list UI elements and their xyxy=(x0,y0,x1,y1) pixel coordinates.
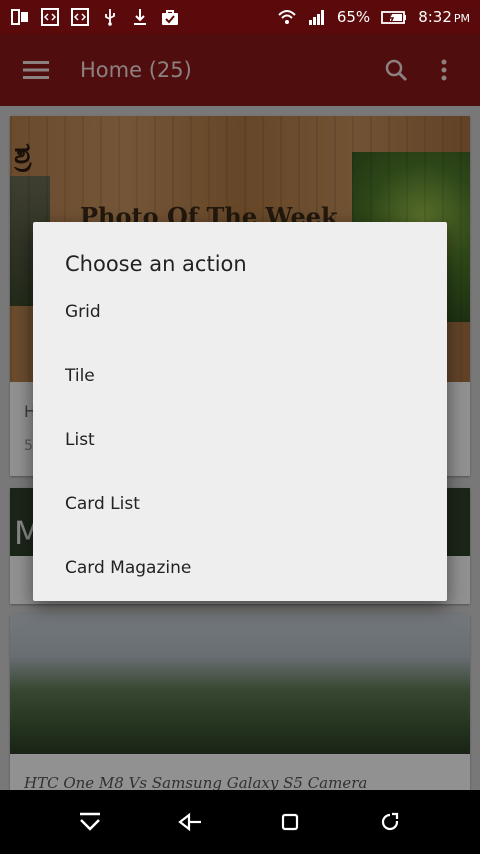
dialog-option-list[interactable]: List xyxy=(33,408,447,472)
choose-action-dialog: Choose an action Grid Tile List Card Lis… xyxy=(33,222,447,601)
status-bar: 65% 8:32 PM xyxy=(0,0,480,34)
signal-icon xyxy=(307,7,327,27)
home-square-icon xyxy=(281,813,299,831)
screen-mirror-icon xyxy=(10,7,30,27)
notification-shade-button[interactable] xyxy=(66,798,114,846)
code-icon-2 xyxy=(70,7,90,27)
store-bag-icon xyxy=(160,7,180,27)
download-icon xyxy=(130,7,150,27)
chevron-down-bar-icon xyxy=(80,812,100,831)
battery-percent: 65% xyxy=(336,8,371,26)
clock-suffix: PM xyxy=(453,12,470,25)
clock: 8:32 PM xyxy=(418,8,470,26)
wifi-icon xyxy=(277,7,297,27)
dialog-option-grid[interactable]: Grid xyxy=(33,280,447,344)
status-right-icons: 65% 8:32 PM xyxy=(277,7,470,27)
recents-button[interactable] xyxy=(366,798,414,846)
usb-icon xyxy=(100,7,120,27)
back-button[interactable] xyxy=(166,798,214,846)
code-icon xyxy=(40,7,60,27)
battery-charging-icon xyxy=(380,7,408,27)
dialog-title: Choose an action xyxy=(65,252,247,276)
back-icon xyxy=(178,812,201,832)
home-button[interactable] xyxy=(266,798,314,846)
system-navigation-bar xyxy=(0,790,480,854)
dialog-option-tile[interactable]: Tile xyxy=(33,344,447,408)
status-left-icons xyxy=(10,7,180,27)
recents-icon xyxy=(381,812,399,831)
dialog-option-card-magazine[interactable]: Card Magazine xyxy=(33,536,447,600)
clock-time: 8:32 xyxy=(418,8,452,26)
dialog-option-card-list[interactable]: Card List xyxy=(33,472,447,536)
